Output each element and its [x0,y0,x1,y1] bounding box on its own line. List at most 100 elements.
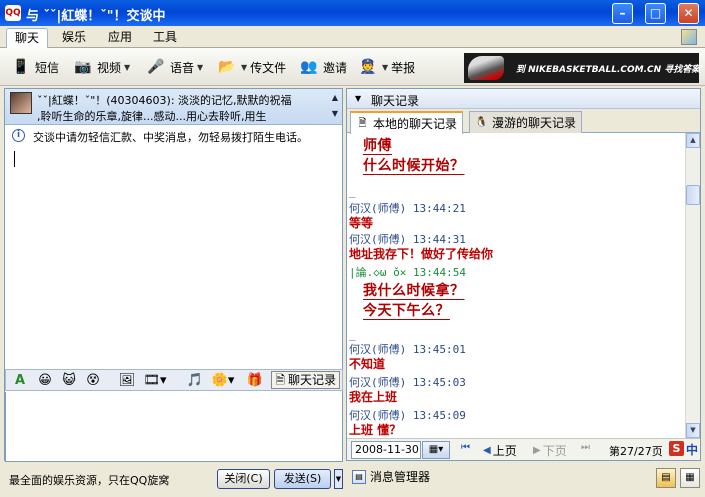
skin-icon[interactable] [681,29,697,45]
invite-button[interactable]: 👥 邀请 [298,54,347,80]
tab-entertainment[interactable]: 娱乐 [54,28,94,48]
chevron-down-icon[interactable]: ▼ [241,63,247,72]
send-button[interactable]: 发送(S) [274,469,331,489]
document-icon: 🗎 [275,373,285,387]
title-bar[interactable]: QQ 与 ˇˇ|紅蝶！ˇ"！交谈中 – □ ✕ [0,0,705,26]
chevron-down-icon[interactable]: ▼ [124,63,130,72]
signature-line-2: ,聆听生命的乐章,旋律...感动...用心去聆听,用生 [37,110,267,123]
language-icon[interactable]: 中 [686,441,698,458]
send-options-chevron-icon[interactable]: ▼ [334,469,343,489]
tab-tools[interactable]: 工具 [145,28,185,48]
send-file-button[interactable]: 📂 ▼ 传文件 [216,54,286,80]
sneaker-image [468,56,504,80]
security-notice: i 交谈中请勿轻信汇款、中奖消息，勿轻易拨打陌生电话。 [5,126,342,148]
menu-bar: 聊天 娱乐 应用 工具 [0,26,705,48]
prev-arrow-icon: ◀ [483,445,491,456]
minimize-button[interactable]: – [612,3,633,24]
nike-ad-banner[interactable]: 到 NIKEBASKETBALL.COM.CN 寻找答案 ✓ [464,53,701,83]
report-button[interactable]: 👮 ▼ 举报 [357,54,415,80]
sms-button[interactable]: 📱 短信 [10,54,59,80]
scroll-down-icon[interactable]: ▼ [686,423,700,438]
tab-chat[interactable]: 聊天 [6,28,49,48]
document-icon: 🗎 [358,118,367,129]
layout-toggle-icon[interactable]: ▤ [656,468,676,488]
tab-local-history[interactable]: 🗎 本地的聊天记录 [350,111,464,134]
chat-message-text: 不知道 [349,357,386,371]
chat-message-text: 上班 懂？ [349,423,402,437]
collapse-chevron-icon[interactable]: ▼ [355,94,361,103]
phone-icon: 📱 [12,59,30,75]
screen-capture-dropdown-icon[interactable]: 🎞▾ [142,372,168,390]
last-page-button[interactable]: ⏭ [581,442,590,453]
voice-button[interactable]: 🎤 语音 ▼ [145,54,203,80]
tab-apps[interactable]: 应用 [100,28,140,48]
signature-scroll-up-icon[interactable]: ▲ [332,93,338,102]
chat-message-text: 我在上班 [349,390,398,404]
info-icon: i [12,129,25,142]
close-window-button[interactable]: ✕ [678,3,699,24]
add-contact-icon: 👥 [300,59,318,75]
chat-message-text: 今天下午么？ [363,303,450,319]
magic-emoticon-icon[interactable]: 😺 [60,372,78,390]
tab-roaming-history[interactable]: 🐧 漫游的聊天记录 [469,111,583,133]
chat-message-text: 等等 [349,216,374,230]
first-page-button[interactable]: ⏮ [461,442,470,453]
search-icon[interactable]: S [669,441,684,456]
page-indicator: 第27/27页 [609,445,663,458]
contact-signature-bar: ˇˇ|紅蝶！ˇ"！(40304603): 淡淡的记忆,默默的祝福 ,聆听生命的乐… [5,89,342,125]
gift-dropdown-icon[interactable]: 🌼▾ [210,372,236,390]
chat-message-sender: |論.◇ω ǒ✕ 13:44:54 [349,266,466,279]
date-field[interactable]: 2008-11-30 [351,441,421,459]
history-tabs: 🗎 本地的聊天记录 🐧 漫游的聊天记录 [347,109,700,134]
scroll-up-icon[interactable]: ▲ [686,133,700,148]
next-arrow-icon: ▶ [533,445,541,456]
chat-log-button[interactable]: 🗎 聊天记录 [271,371,340,389]
scrollbar-thumb[interactable] [686,185,700,205]
qq-app-icon: QQ [5,5,21,21]
ad-text: 到 NIKEBASKETBALL.COM.CN 寻找答案 [516,65,701,75]
emoticon-icon[interactable]: 😀 [36,372,54,390]
signature-line-1: ˇˇ|紅蝶！ˇ"！(40304603): 淡淡的记忆,默默的祝福 [37,94,292,107]
chat-message-text: 我什么时候拿？ [363,283,465,299]
message-input[interactable] [5,392,343,462]
penguin-icon: 🐧 [475,117,488,128]
history-footer: 2008-11-30 ▦▾ ⏮ ◀ 上页 ▶ 下页 ⏭ 第27/27页 S 中 [347,438,700,460]
prev-page-button[interactable]: ◀ 上页 [483,442,517,459]
police-icon: 👮 [359,59,377,75]
music-icon[interactable]: 🎵 [186,372,204,390]
next-page-button[interactable]: ▶ 下页 [533,442,567,459]
chat-message-sender: _ [349,328,356,341]
file-transfer-icon: 📂 [218,59,236,75]
history-scrollbar[interactable]: ▲ ▼ [685,133,700,438]
video-button[interactable]: 📷 视频 ▼ [72,54,130,80]
message-manager-button[interactable]: ▤ 消息管理器 [352,468,430,485]
chat-message-text: 师傅 [363,138,392,154]
chat-history-content: 师傅 什么时候开始？ _ 何汉(师傅) 13:44:21 等等 何汉(师傅) 13:4… [347,133,685,438]
chat-history-header[interactable]: ▼ 聊天记录 [347,89,700,109]
chat-message-sender: _ [349,185,356,198]
window-title: 与 ˇˇ|紅蝶！ˇ"！交谈中 [26,9,166,24]
nike-logo-icon: ✓ [682,61,693,76]
maximize-button[interactable]: □ [645,3,666,24]
calendar-icon[interactable]: ▦▾ [422,441,450,459]
input-toolbar: A 😀 😺 😵 🖼 🎞▾ 🎵 🌼▾ 🎁 🗎 聊天记录 [5,369,343,391]
last-page-icon: ⏭ [581,442,590,453]
close-button[interactable]: 关闭(C) [217,469,270,489]
screenshot-icon[interactable]: 🖼 [118,372,136,390]
microphone-icon: 🎤 [147,59,165,75]
promo-status-text: 最全面的娱乐资源，只在QQ旋窝 [9,474,170,487]
font-icon[interactable]: A [11,372,29,390]
chevron-down-icon[interactable]: ▼ [382,63,388,72]
chevron-down-icon[interactable]: ▼ [197,63,203,72]
first-page-icon: ⏮ [461,442,470,453]
chat-message-text: 什么时候开始？ [363,158,465,174]
signature-scroll-down-icon[interactable]: ▼ [332,109,338,118]
split-view-icon[interactable]: ▦ [680,468,700,488]
contact-avatar[interactable] [10,92,32,114]
message-manager-icon: ▤ [352,469,366,484]
text-caret [14,151,15,167]
chat-history-panel: ▼ 聊天记录 🗎 本地的聊天记录 🐧 漫游的聊天记录 师傅 什么时候开始？ _ 何汉… [346,88,701,461]
nudge-icon[interactable]: 😵 [84,372,102,390]
webcam-icon: 📷 [74,59,92,75]
gift-box-icon[interactable]: 🎁 [246,372,264,390]
